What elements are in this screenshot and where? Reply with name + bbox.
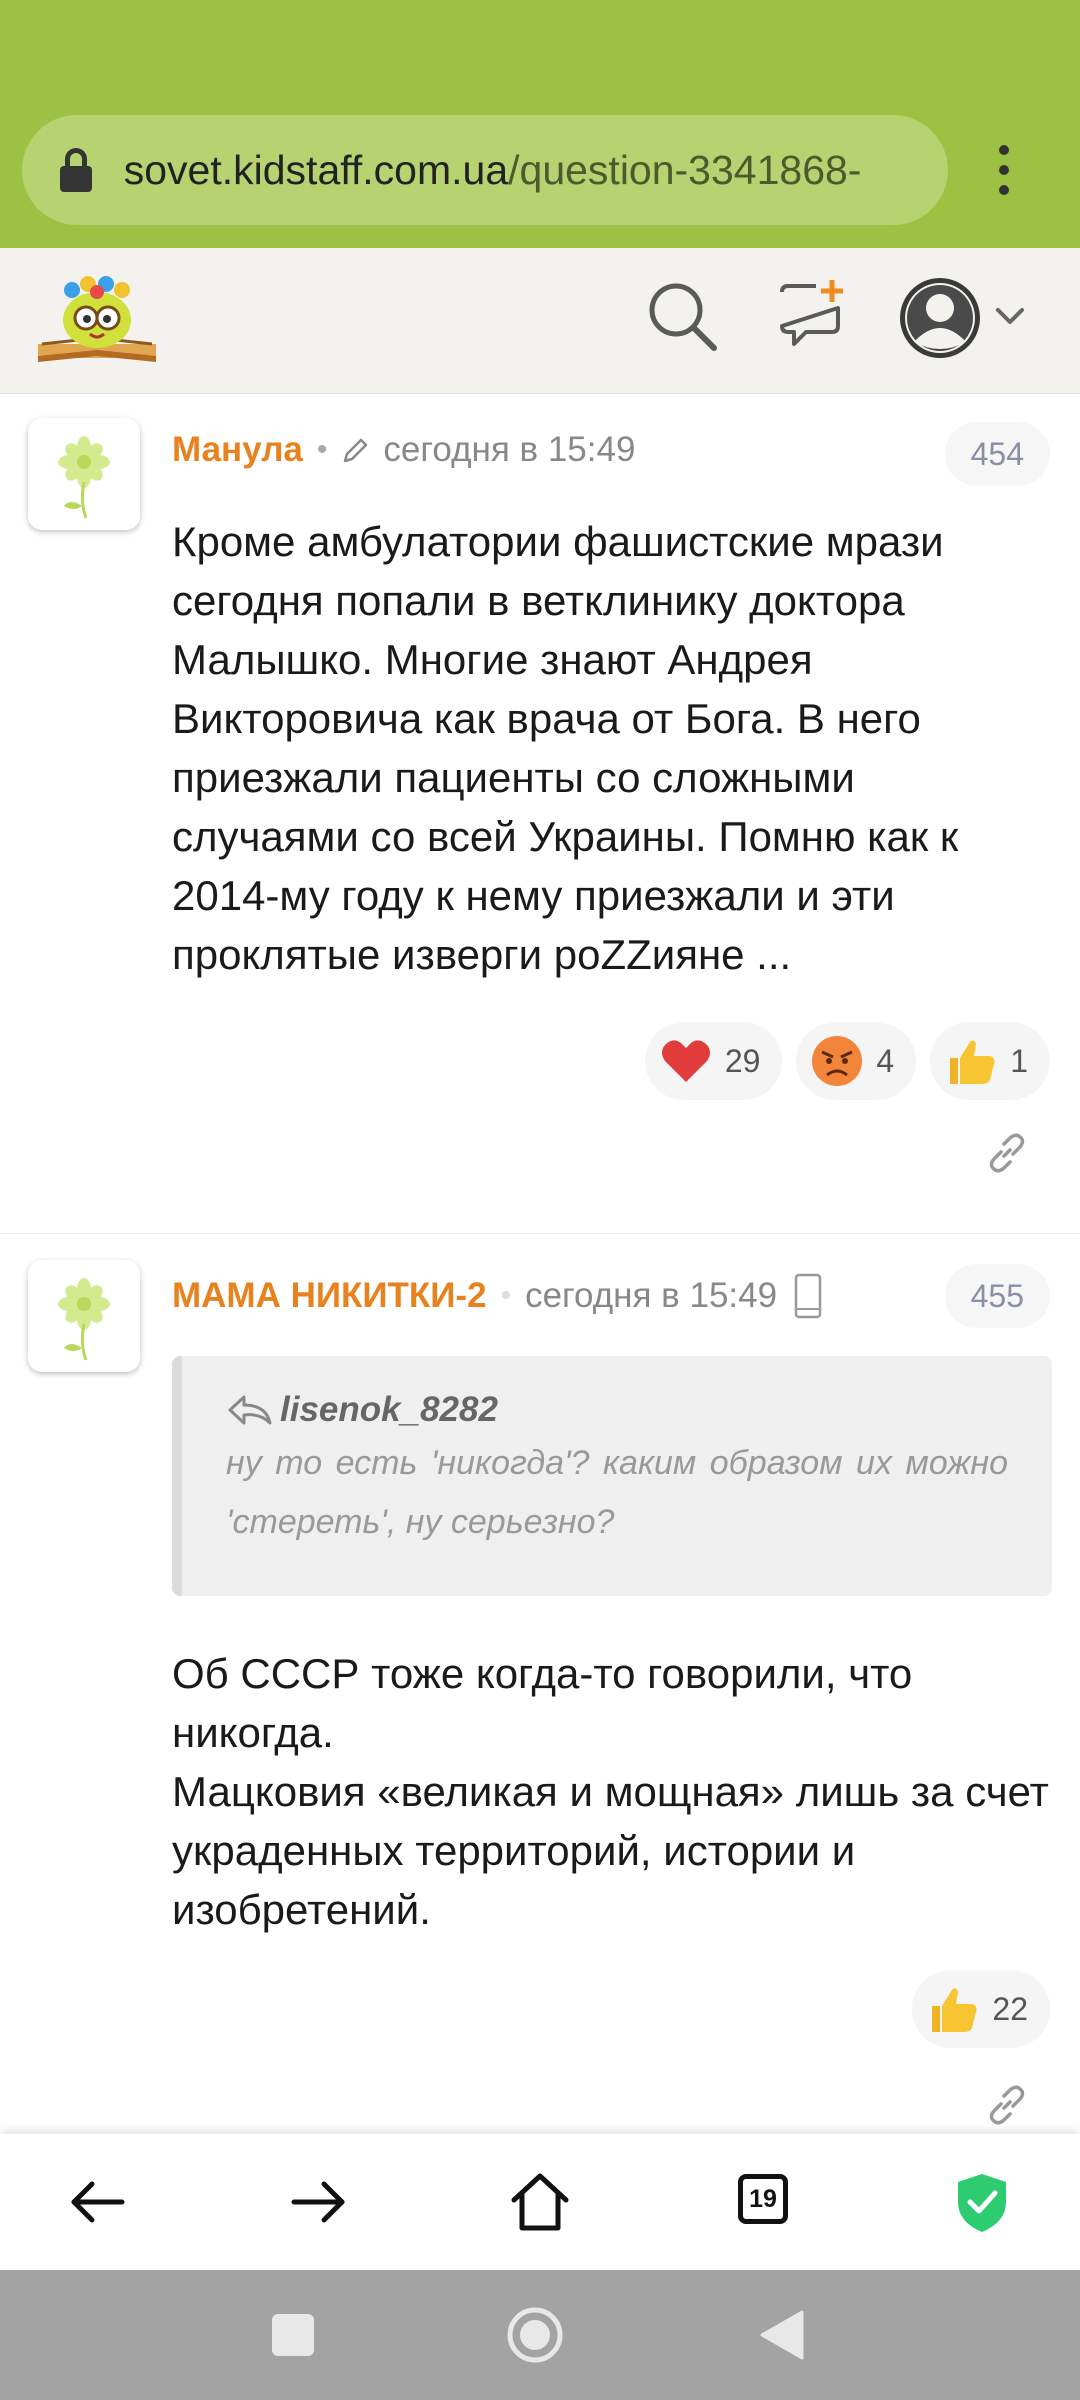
forward-arrow-icon[interactable] <box>284 2168 352 2236</box>
reactions-bar: 29 4 1 <box>644 1022 1050 1100</box>
reaction-count: 4 <box>876 1042 895 1079</box>
search-icon[interactable] <box>644 278 720 354</box>
reaction-heart[interactable]: 29 <box>644 1022 783 1100</box>
comment-author[interactable]: МАМА НИКИТКИ-2 <box>172 1276 487 1316</box>
reaction-thumbs-up[interactable]: 1 <box>930 1022 1050 1100</box>
reaction-thumbs-up[interactable]: 22 <box>912 1970 1050 2048</box>
comment-meta: Манула • сегодня в 15:49 <box>172 420 635 480</box>
commenter-avatar[interactable] <box>28 1260 140 1372</box>
quote-text: ну то есть 'никогда'? каким образом их м… <box>226 1444 1008 1541</box>
comment-meta: МАМА НИКИТКИ-2 • сегодня в 15:49 <box>172 1266 823 1326</box>
quote-author[interactable]: lisenok_8282 <box>226 1390 1008 1430</box>
comment-text: Об СССР тоже когда-то говорили, что нико… <box>172 1644 1052 1939</box>
link-icon[interactable] <box>984 2082 1030 2128</box>
shield-check-icon[interactable] <box>948 2168 1016 2236</box>
browser-menu-icon[interactable] <box>994 145 1014 195</box>
heart-emoji <box>661 1040 710 1082</box>
site-header <box>0 248 1080 394</box>
quoted-reply: lisenok_8282 ну то есть 'никогда'? каким… <box>172 1356 1052 1596</box>
back-arrow-icon[interactable] <box>64 2168 132 2236</box>
chevron-down-icon <box>996 308 1024 324</box>
angry-emoji <box>812 1036 863 1086</box>
reaction-count: 1 <box>1010 1042 1028 1079</box>
commenter-avatar[interactable] <box>28 418 140 530</box>
user-avatar-icon[interactable] <box>898 276 1038 360</box>
tabs-count-button[interactable]: 19 <box>738 2174 788 2224</box>
lock-icon <box>58 148 94 192</box>
browser-toolbar: sovet.kidstaff.com.ua/question-3341868- <box>0 0 1080 248</box>
address-bar[interactable]: sovet.kidstaff.com.ua/question-3341868- <box>22 115 948 225</box>
home-circle-icon[interactable] <box>506 2306 564 2364</box>
comment-author[interactable]: Манула <box>172 430 303 470</box>
link-icon[interactable] <box>984 1130 1030 1176</box>
comment-number-badge[interactable]: 455 <box>944 1264 1050 1328</box>
new-message-icon[interactable] <box>776 278 848 350</box>
mobile-device-icon <box>794 1273 822 1319</box>
recents-square-icon[interactable] <box>268 2310 318 2360</box>
separator-dot: • <box>316 433 328 466</box>
kidstaff-logo[interactable] <box>34 270 160 370</box>
url-text[interactable]: sovet.kidstaff.com.ua/question-3341868- <box>124 147 948 194</box>
user-menu[interactable] <box>898 276 1038 360</box>
comment-text: Кроме амбулатории фашистские мрази сегод… <box>172 518 959 978</box>
comment-time: сегодня в 15:49 <box>525 1276 778 1315</box>
android-nav-bar <box>0 2270 1080 2400</box>
comment-454: Манула • сегодня в 15:49 454 Кроме амбул… <box>0 394 1080 1234</box>
back-triangle-icon[interactable] <box>758 2308 806 2362</box>
comment-455: МАМА НИКИТКИ-2 • сегодня в 15:49 455 lis… <box>0 1236 1080 2136</box>
comment-text-line: Мацковия «великая и мощная» лишь за счет… <box>172 1768 1049 1933</box>
thumbs-up-emoji <box>932 1988 977 2032</box>
home-icon[interactable] <box>506 2168 574 2236</box>
thumbs-up-emoji <box>950 1040 995 1084</box>
comment-text-line: Об СССР тоже когда-то говорили, что нико… <box>172 1650 913 1756</box>
edited-pencil-icon <box>344 438 368 463</box>
browser-bottom-bar: 19 <box>0 2134 1080 2270</box>
comment-number-badge[interactable]: 454 <box>944 422 1050 486</box>
reactions-bar: 22 <box>912 1970 1050 2048</box>
separator-dot: • <box>500 1279 512 1312</box>
reply-arrow-icon <box>228 1395 272 1425</box>
reaction-angry[interactable]: 4 <box>796 1022 917 1100</box>
reaction-count: 22 <box>992 1990 1028 2027</box>
reaction-count: 29 <box>724 1042 761 1079</box>
comment-time: сегодня в 15:49 <box>383 430 636 469</box>
